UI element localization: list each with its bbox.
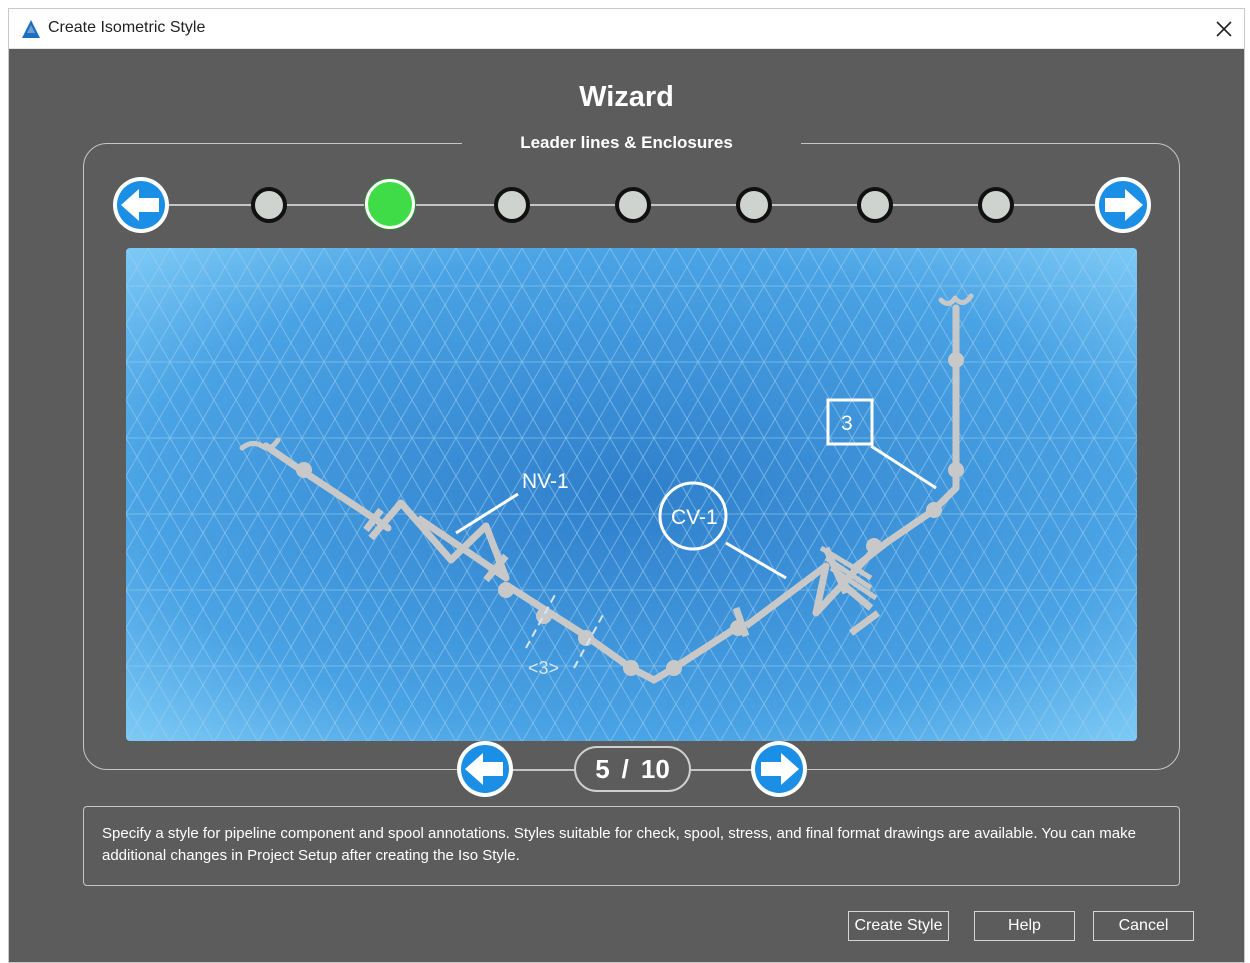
wizard-title: Wizard: [579, 81, 674, 113]
step-dot-3[interactable]: [494, 187, 530, 223]
prev-page-button[interactable]: [455, 739, 515, 799]
step-dot-1[interactable]: [251, 187, 287, 223]
close-button[interactable]: [1210, 15, 1238, 43]
page-separator: /: [621, 753, 629, 784]
page-indicator: 5 / 10: [574, 746, 691, 792]
description-text: Specify a style for pipeline component a…: [102, 825, 1136, 864]
wizard-subtitle: Leader lines & Enclosures: [520, 133, 733, 152]
prev-step-button[interactable]: [111, 175, 171, 235]
enclosure-number: 3: [841, 412, 853, 435]
dialog-window: Create Isometric Style Wizard Leader lin…: [8, 8, 1245, 963]
next-step-button[interactable]: [1093, 175, 1153, 235]
page-current: 5: [595, 753, 610, 784]
step-dot-5[interactable]: [736, 187, 772, 223]
page-total: 10: [640, 753, 670, 784]
help-button[interactable]: Help: [974, 911, 1075, 941]
description-box: Specify a style for pipeline component a…: [83, 806, 1180, 886]
app-icon: [22, 20, 40, 38]
nv-label: NV-1: [522, 470, 569, 493]
close-icon: [1216, 21, 1232, 37]
title-bar: Create Isometric Style: [9, 9, 1244, 49]
step-dot-6[interactable]: [857, 187, 893, 223]
cv-label: CV-1: [671, 506, 718, 529]
dimension-label: <3>: [528, 658, 559, 678]
step-dot-4[interactable]: [615, 187, 651, 223]
preview-image: <3> NV-1 CV-1 3: [126, 248, 1137, 741]
next-page-button[interactable]: [749, 739, 809, 799]
window-title: Create Isometric Style: [48, 19, 206, 36]
step-dot-2-active[interactable]: [365, 179, 415, 229]
cancel-button[interactable]: Cancel: [1093, 911, 1194, 941]
step-dot-7[interactable]: [978, 187, 1014, 223]
create-style-button[interactable]: Create Style: [848, 911, 949, 941]
